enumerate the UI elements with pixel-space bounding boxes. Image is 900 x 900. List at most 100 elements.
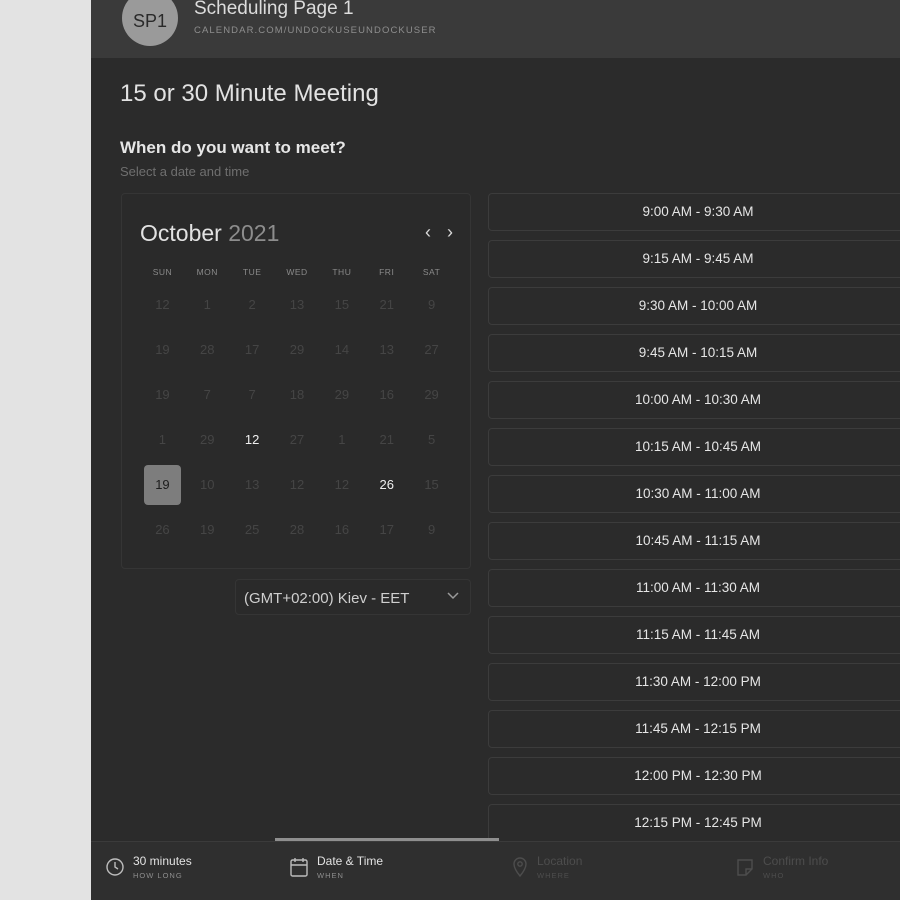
calendar-day-selected[interactable]: 19 [140, 462, 185, 507]
calendar-day-number: 21 [379, 432, 394, 447]
time-slot-label: 11:00 AM - 11:30 AM [635, 580, 761, 595]
chevron-left-icon[interactable]: ‹ [418, 220, 438, 244]
calendar-day-available[interactable]: 12 [230, 417, 275, 462]
calendar-day: 15 [319, 282, 364, 327]
step-confirm-info-sub: WHO [763, 871, 785, 880]
avatar: SP1 [122, 0, 178, 46]
calendar-day: 19 [140, 372, 185, 417]
calendar-day: 12 [140, 282, 185, 327]
time-slot-button[interactable]: 10:15 AM - 10:45 AM [488, 428, 900, 466]
calendar-day-number: 29 [424, 387, 439, 402]
scheduling-page-url[interactable]: CALENDAR.COM/UNDOCKUSEUNDOCKUSER [194, 25, 437, 36]
note-icon [737, 859, 753, 876]
time-slot-button[interactable]: 9:00 AM - 9:30 AM [488, 193, 900, 231]
calendar-day: 13 [275, 282, 320, 327]
step-location-label: Location [537, 854, 583, 868]
page-header: SP1 Scheduling Page 1 CALENDAR.COM/UNDOC… [91, 0, 900, 58]
time-slot-label: 11:30 AM - 12:00 PM [635, 674, 761, 689]
calendar-day-number: 28 [200, 342, 215, 357]
calendar-days-grid: 12 1 2 13 15 21 9 19 28 17 29 14 13 27 19 7 7 18 29 16 29 1 29… [140, 282, 454, 552]
weekday-header: WED [286, 267, 308, 277]
calendar-day: 16 [364, 372, 409, 417]
time-slot-label: 11:45 AM - 12:15 PM [635, 721, 761, 736]
calendar-weekdays: SUN MON TUE WED THU FRI SAT [140, 267, 454, 277]
timezone-select[interactable]: (GMT+02:00) Kiev - EET [235, 579, 471, 615]
calendar-day: 9 [409, 282, 454, 327]
calendar-day-number: 29 [200, 432, 215, 447]
time-slot-button[interactable]: 11:15 AM - 11:45 AM [488, 616, 900, 654]
time-slot-button[interactable]: 11:30 AM - 12:00 PM [488, 663, 900, 701]
calendar-day-number: 14 [334, 342, 350, 357]
time-slot-button[interactable]: 9:15 AM - 9:45 AM [488, 240, 900, 278]
calendar-day: 26 [140, 507, 185, 552]
calendar-day: 19 [185, 507, 230, 552]
time-slot-button[interactable]: 11:45 AM - 12:15 PM [488, 710, 900, 748]
calendar-day-number: 18 [289, 387, 305, 402]
calendar-year: 2021 [228, 220, 280, 246]
scheduling-app: SP1 Scheduling Page 1 CALENDAR.COM/UNDOC… [91, 0, 900, 900]
calendar-day-number: 10 [200, 477, 215, 492]
calendar-day-number: 12 [244, 432, 260, 447]
calendar-day-number: 13 [289, 297, 305, 312]
calendar-day-number: 13 [244, 477, 260, 492]
step-duration[interactable]: 30 minutes HOW LONG [105, 854, 192, 880]
timezone-value: (GMT+02:00) Kiev - EET [244, 590, 410, 607]
calendar-day: 28 [185, 327, 230, 372]
weekday-header: THU [332, 267, 352, 277]
calendar-day-number: 19 [143, 464, 181, 505]
time-slot-button[interactable]: 9:30 AM - 10:00 AM [488, 287, 900, 325]
step-confirm-info: Confirm Info WHO [735, 854, 828, 880]
calendar-day-number: 26 [379, 477, 394, 492]
time-slot-button[interactable]: 10:30 AM - 11:00 AM [488, 475, 900, 513]
chevron-right-icon[interactable]: › [440, 220, 460, 244]
time-slot-button[interactable]: 10:45 AM - 11:15 AM [488, 522, 900, 560]
calendar-day: 21 [364, 282, 409, 327]
calendar-day: 13 [364, 327, 409, 372]
calendar-day-number: 9 [427, 297, 436, 312]
weekday-header: MON [196, 267, 218, 277]
calendar-day: 7 [230, 372, 275, 417]
step-date-time-label: Date & Time [317, 854, 384, 868]
time-slot-button[interactable]: 12:15 PM - 12:45 PM [488, 804, 900, 842]
calendar-day: 12 [275, 462, 320, 507]
calendar-panel: October 2021 ‹ › SUN MON TUE WED THU FRI SAT 1… [121, 193, 471, 569]
time-slot-button[interactable]: 11:00 AM - 11:30 AM [488, 569, 900, 607]
time-slot-label: 12:00 PM - 12:30 PM [634, 768, 762, 783]
calendar-month: October [140, 220, 222, 246]
calendar-day: 2 [230, 282, 275, 327]
calendar-day: 14 [319, 327, 364, 372]
calendar-day: 29 [185, 417, 230, 462]
calendar-day-number: 19 [155, 342, 170, 357]
calendar-day-number: 26 [155, 522, 170, 537]
time-slot-button[interactable]: 10:00 AM - 10:30 AM [488, 381, 900, 419]
calendar-day: 29 [319, 372, 364, 417]
calendar-day: 15 [409, 462, 454, 507]
step-duration-label: 30 minutes [133, 854, 192, 868]
calendar-day-number: 16 [334, 522, 350, 537]
calendar-day-number: 1 [158, 432, 167, 447]
calendar-day-number: 2 [248, 297, 256, 312]
time-slot-label: 10:30 AM - 11:00 AM [635, 486, 761, 501]
time-slot-label: 10:45 AM - 11:15 AM [635, 533, 761, 548]
calendar-day-number: 5 [427, 432, 436, 447]
event-title: 15 or 30 Minute Meeting [120, 80, 379, 107]
calendar-day-available[interactable]: 26 [364, 462, 409, 507]
calendar-day: 1 [185, 282, 230, 327]
time-slot-label: 10:15 AM - 10:45 AM [634, 439, 762, 454]
calendar-day: 13 [230, 462, 275, 507]
location-pin-icon [513, 857, 527, 878]
calendar-day-number: 21 [379, 297, 394, 312]
calendar-day-number: 25 [244, 522, 260, 537]
time-slot-button[interactable]: 9:45 AM - 10:15 AM [488, 334, 900, 372]
clock-icon [106, 858, 124, 876]
calendar-day-number: 12 [289, 477, 305, 492]
calendar-day: 27 [409, 327, 454, 372]
time-slot-button[interactable]: 12:00 PM - 12:30 PM [488, 757, 900, 795]
step-date-time[interactable]: Date & Time WHEN [289, 854, 383, 880]
weekday-header: SAT [422, 267, 441, 277]
calendar-day: 27 [275, 417, 320, 462]
calendar-day-number: 15 [424, 477, 439, 492]
calendar-day-number: 29 [334, 387, 350, 402]
step-location: Location WHERE [511, 854, 582, 880]
calendar-day: 19 [140, 327, 185, 372]
